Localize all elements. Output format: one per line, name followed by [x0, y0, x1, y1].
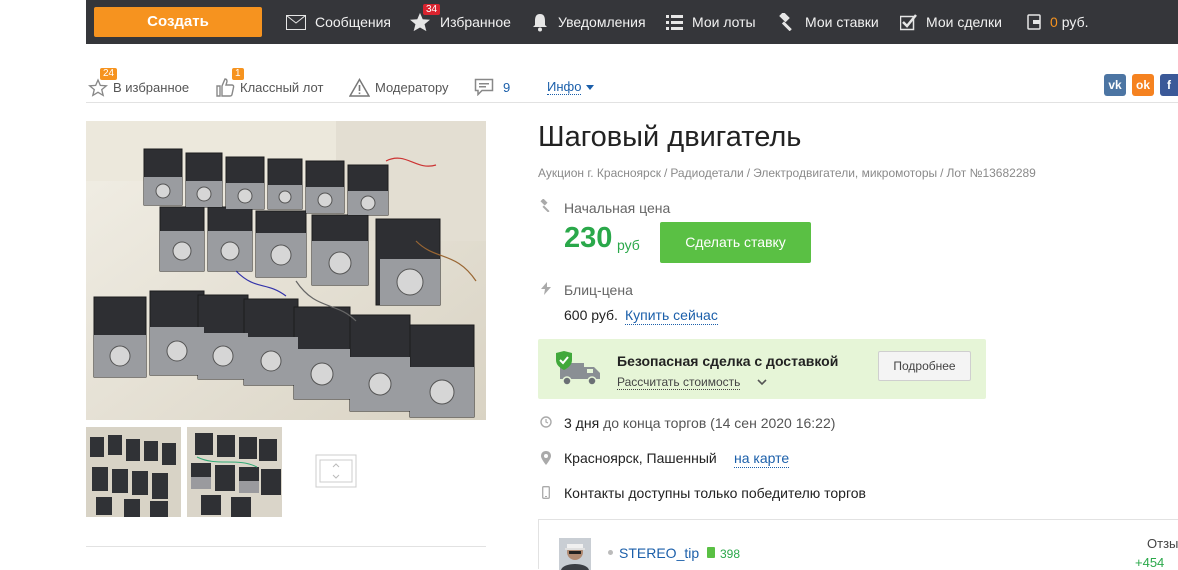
- top-nav-bar: Создать Сообщения 34 Избранное Уведомлен…: [86, 0, 1178, 44]
- nav-my-bids[interactable]: Мои ставки: [776, 0, 879, 44]
- thumbnail-photo: [86, 427, 181, 517]
- seller-rating-icon: [707, 547, 715, 558]
- breadcrumb-lot-number: Лот №13682289: [946, 166, 1036, 180]
- time-left-row: 3 дня до конца торгов (14 сен 2020 16:22…: [564, 415, 835, 431]
- time-left-value: 3 дня: [564, 415, 600, 431]
- info-dropdown[interactable]: Инфо: [547, 74, 599, 100]
- star-outline-icon: [88, 77, 108, 97]
- image-placeholder-icon: [315, 454, 357, 488]
- gallery-thumbnail[interactable]: [187, 427, 282, 517]
- chevron-down-icon[interactable]: [757, 379, 767, 386]
- lot-actions-bar: 24 В избранное 1 Классный лот Модератору…: [86, 62, 1178, 103]
- info-dropdown-label: Инфо: [547, 79, 582, 95]
- comment-icon: [474, 78, 494, 96]
- star-icon: [410, 12, 430, 32]
- gallery-divider: [86, 546, 486, 547]
- thumbs-up-icon: [216, 78, 235, 97]
- add-to-favorites[interactable]: 24 В избранное: [88, 68, 190, 100]
- location-pin-icon: [541, 451, 551, 465]
- start-price-value: 230: [564, 222, 613, 254]
- moderator-label: Модератору: [375, 79, 449, 95]
- nav-my-deals-label: Мои сделки: [926, 14, 1002, 30]
- nav-my-lots-label: Мои лоты: [692, 14, 756, 30]
- blitz-price-label: Блиц-цена: [564, 282, 633, 298]
- caret-down-icon: [586, 84, 595, 90]
- share-vk-button[interactable]: vk: [1104, 74, 1126, 96]
- nav-favorites[interactable]: 34 Избранное: [409, 0, 511, 44]
- thumbnail-photo: [187, 427, 282, 517]
- list-icon: [666, 14, 683, 30]
- nav-messages-label: Сообщения: [315, 14, 391, 30]
- reviews-label: Отзы: [1147, 536, 1178, 551]
- breadcrumb-separator: /: [940, 166, 944, 180]
- share-facebook-button[interactable]: f: [1160, 74, 1178, 96]
- checkbox-icon: [900, 13, 917, 30]
- lot-title: Шаговый двигатель: [538, 121, 802, 153]
- comments-count: 9: [503, 79, 511, 95]
- buy-now-link[interactable]: Купить сейчас: [625, 307, 718, 325]
- place-bid-button[interactable]: Сделать ставку: [660, 222, 811, 263]
- blitz-price-value: 600 руб.: [564, 307, 618, 323]
- cool-lot-button[interactable]: 1 Классный лот: [215, 68, 324, 100]
- lightning-icon: [541, 282, 551, 295]
- breadcrumb-item[interactable]: Электродвигатели, микромоторы: [753, 166, 937, 180]
- nav-my-deals[interactable]: Мои сделки: [900, 0, 1002, 44]
- comments-link[interactable]: 9: [474, 74, 510, 100]
- add-to-favorites-label: В избранное: [113, 79, 190, 95]
- nav-notifications[interactable]: Уведомления: [531, 0, 646, 44]
- balance-currency: руб.: [1061, 14, 1089, 30]
- show-on-map-link[interactable]: на карте: [734, 450, 790, 468]
- online-status-dot: [608, 550, 613, 555]
- share-ok-button[interactable]: ok: [1132, 74, 1154, 96]
- nav-my-lots[interactable]: Мои лоты: [666, 0, 756, 44]
- wallet-icon: [1027, 14, 1041, 30]
- create-button[interactable]: Создать: [94, 7, 262, 37]
- safe-deal-more-button[interactable]: Подробнее: [878, 351, 971, 381]
- breadcrumb-item[interactable]: Радиодетали: [670, 166, 743, 180]
- nav-balance[interactable]: 0 руб.: [1027, 0, 1089, 44]
- gavel-icon: [540, 199, 550, 212]
- envelope-icon: [286, 14, 306, 30]
- clock-icon: [540, 416, 552, 428]
- safe-deal-title: Безопасная сделка с доставкой: [617, 353, 839, 369]
- breadcrumb: Аукцион г. Красноярск / Радиодетали / Электр…: [538, 166, 1036, 180]
- gallery-thumbnail[interactable]: [86, 427, 181, 517]
- like-count: 1: [232, 68, 244, 80]
- nav-my-bids-label: Мои ставки: [805, 14, 879, 30]
- upload-photo-placeholder[interactable]: [290, 427, 385, 517]
- bell-icon: [533, 13, 547, 31]
- time-left-suffix: до конца торгов: [603, 415, 707, 431]
- gavel-icon: [779, 13, 792, 31]
- price-currency: руб: [617, 237, 640, 253]
- seller-name-link[interactable]: STEREO_tip: [619, 545, 699, 561]
- contacts-info: Контакты доступны только победителю торг…: [564, 485, 866, 501]
- cool-lot-label: Классный лот: [240, 79, 324, 95]
- breadcrumb-separator: /: [663, 166, 668, 180]
- location-value: Красноярск, Пашенный: [564, 450, 717, 466]
- seller-panel: STEREO_tip 398 Отзы +454: [538, 519, 1178, 570]
- breadcrumb-item[interactable]: Аукцион г. Красноярск: [538, 166, 661, 180]
- nav-favorites-label: Избранное: [440, 14, 511, 30]
- seller-rating: 398: [720, 547, 741, 561]
- breadcrumb-separator: /: [746, 166, 751, 180]
- avatar[interactable]: [559, 538, 591, 570]
- warning-icon: [349, 77, 370, 97]
- favorites-count: 24: [100, 68, 118, 80]
- stepper-motors-photo: [86, 121, 486, 420]
- calculate-cost-link[interactable]: Рассчитать стоимость: [617, 375, 741, 390]
- favorites-count-badge: 34: [423, 4, 441, 15]
- delivery-truck-shield-icon: [556, 351, 600, 386]
- nav-messages[interactable]: Сообщения: [286, 0, 391, 44]
- main-lot-photo[interactable]: [86, 121, 486, 420]
- report-to-moderator[interactable]: Модератору: [349, 74, 449, 100]
- balance-amount: 0: [1050, 14, 1058, 30]
- auction-end-date: (14 сен 2020 16:22): [710, 415, 836, 431]
- safe-deal-panel: Безопасная сделка с доставкой Рассчитать…: [538, 339, 986, 399]
- nav-notifications-label: Уведомления: [558, 14, 646, 30]
- phone-icon: [542, 486, 550, 499]
- seller-avatar-image: [559, 538, 591, 570]
- start-price-label: Начальная цена: [564, 200, 671, 216]
